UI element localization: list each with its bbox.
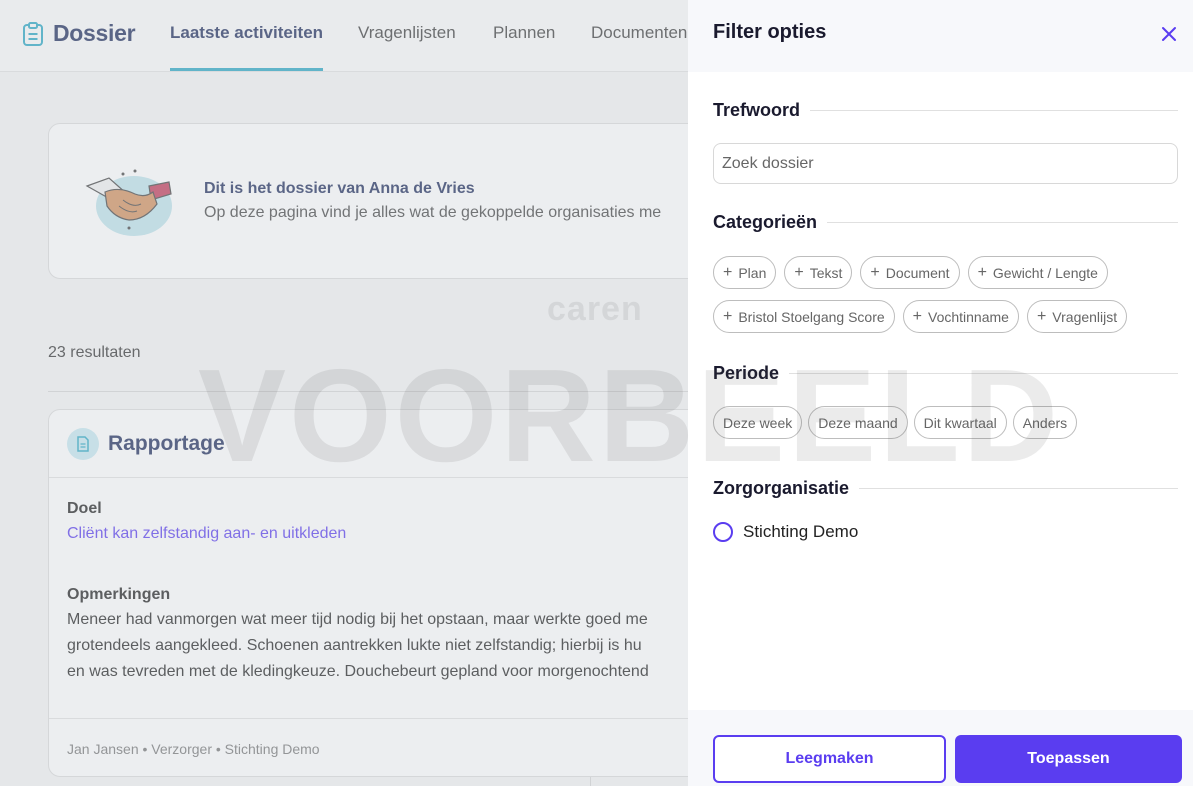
modal-backdrop[interactable] — [0, 0, 688, 786]
section-divider — [827, 222, 1178, 223]
plus-icon: + — [912, 307, 922, 325]
chip-label: Vochtinname — [928, 308, 1009, 325]
chip-gewicht-lengte[interactable]: + Gewicht / Lengte — [967, 256, 1108, 289]
chip-label: Anders — [1022, 414, 1068, 431]
chip-vragenlijst[interactable]: + Vragenlijst — [1026, 300, 1128, 333]
plus-icon: + — [794, 263, 804, 281]
chip-plan[interactable]: + Plan — [713, 256, 777, 289]
section-divider — [789, 373, 1178, 374]
category-chips-row-2: + Bristol Stoelgang Score + Vochtinname + V… — [713, 300, 1183, 333]
radio-stichting-demo[interactable]: Stichting Demo — [713, 522, 858, 542]
chip-vochtinname[interactable]: + Vochtinname — [902, 300, 1019, 333]
section-categorieen: Categorieën — [713, 212, 1178, 233]
chip-label: Deze maand — [818, 414, 898, 431]
chip-deze-week[interactable]: Deze week — [713, 406, 803, 439]
chip-dit-kwartaal[interactable]: Dit kwartaal — [913, 406, 1007, 439]
section-divider — [810, 110, 1178, 111]
close-button[interactable] — [1157, 22, 1181, 46]
section-divider — [859, 488, 1178, 489]
apply-button[interactable]: Toepassen — [955, 735, 1182, 783]
chip-label: Gewicht / Lengte — [992, 264, 1098, 281]
radio-button[interactable] — [713, 522, 733, 542]
plus-icon: + — [723, 263, 733, 281]
filter-panel-title: Filter opties — [713, 21, 827, 43]
section-zorgorganisatie: Zorgorganisatie — [713, 478, 1178, 499]
chip-bristol-stoelgang-score[interactable]: + Bristol Stoelgang Score — [713, 300, 895, 333]
chip-document[interactable]: + Document — [860, 256, 960, 289]
section-title: Trefwoord — [713, 100, 801, 120]
chip-tekst[interactable]: + Tekst — [784, 256, 853, 289]
period-chips: Deze week Deze maand Dit kwartaal Anders — [713, 406, 1183, 439]
filter-panel-header: Filter opties — [688, 0, 1193, 72]
clear-button[interactable]: Leegmaken — [713, 735, 946, 783]
plus-icon: + — [1036, 307, 1047, 325]
filter-panel: Filter opties Trefwoord Categorieën + Pla… — [688, 0, 1193, 786]
section-title: Categorieën — [713, 212, 818, 232]
plus-icon: + — [977, 263, 987, 281]
chip-label: Deze week — [723, 414, 793, 431]
chip-label: Dit kwartaal — [923, 414, 997, 431]
filter-panel-footer: Leegmaken Toepassen — [688, 710, 1193, 786]
chip-label: Plan — [738, 264, 767, 281]
category-chips-row-1: + Plan + Tekst + Document + Gewicht / Lengte — [713, 256, 1183, 289]
chip-label: Vragenlijst — [1052, 308, 1118, 325]
section-periode: Periode — [713, 363, 1178, 384]
chip-label: Tekst — [809, 264, 843, 281]
chip-anders[interactable]: Anders — [1012, 406, 1078, 439]
search-input[interactable] — [713, 143, 1178, 184]
section-title: Periode — [713, 363, 780, 383]
radio-label: Stichting Demo — [743, 522, 859, 541]
section-title: Zorgorganisatie — [713, 478, 850, 498]
plus-icon: + — [723, 307, 733, 325]
plus-icon: + — [870, 263, 880, 281]
section-trefwoord: Trefwoord — [713, 100, 1178, 121]
chip-label: Document — [885, 264, 950, 281]
chip-label: Bristol Stoelgang Score — [738, 308, 885, 325]
chip-deze-maand[interactable]: Deze maand — [808, 406, 908, 439]
close-icon — [1162, 27, 1176, 41]
